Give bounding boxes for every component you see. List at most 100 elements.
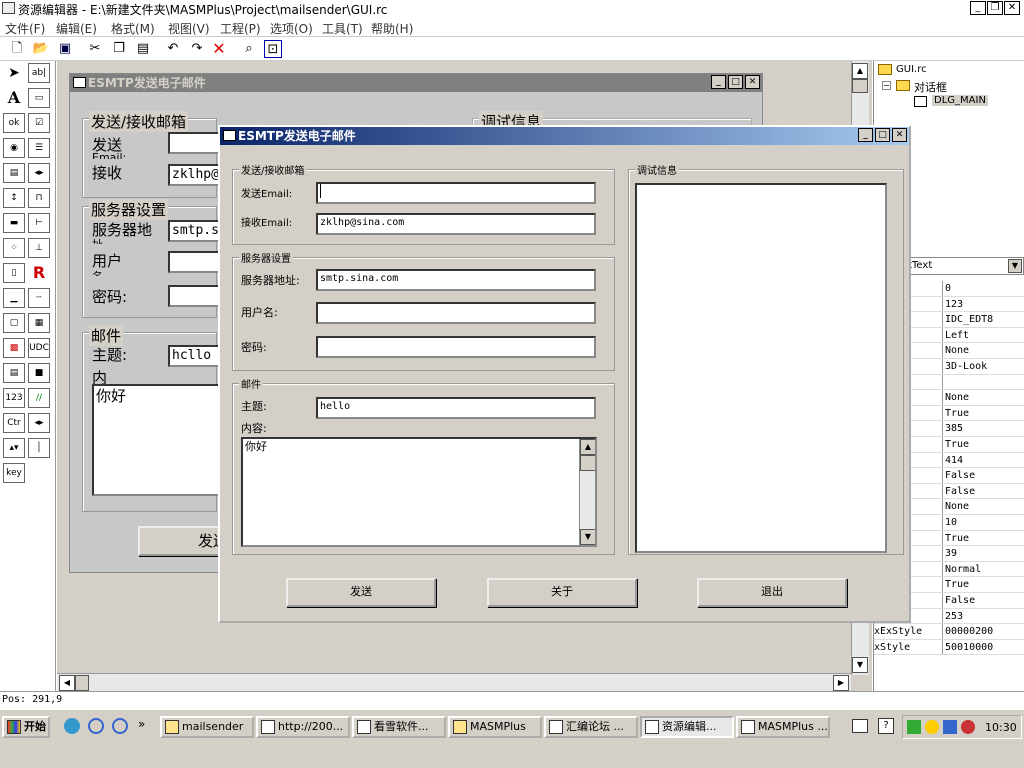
find-icon[interactable]: ⌕ — [240, 40, 258, 58]
debug-output[interactable] — [635, 183, 887, 553]
menu-project[interactable]: 工程(P) — [220, 20, 261, 37]
property-row[interactable]: xExStyle 00000200 — [874, 624, 1024, 640]
property-value[interactable]: None — [942, 343, 1024, 358]
treeview-tool-icon[interactable]: ⊢ — [28, 213, 50, 233]
groupbox-tool-icon[interactable]: ▭ — [28, 88, 50, 108]
edit-tool-icon[interactable]: ab| — [28, 63, 50, 83]
cut-icon[interactable]: ✂ — [86, 40, 104, 58]
menu-tools[interactable]: 工具(T) — [322, 20, 363, 37]
property-value[interactable] — [942, 374, 1024, 390]
copy-icon[interactable]: ❐ — [110, 40, 128, 58]
save-icon[interactable]: ▣ — [56, 40, 74, 58]
menu-format[interactable]: 格式(M) — [111, 20, 155, 37]
tree-item-dlg-main[interactable]: DLG_MAIN — [932, 95, 988, 106]
canvas-hscrollbar[interactable]: ◀ ▶ — [57, 673, 851, 691]
animate-tool-icon[interactable]: R — [28, 263, 50, 283]
property-value[interactable]: False — [942, 593, 1024, 608]
property-value[interactable]: 00000200 — [942, 624, 1024, 639]
scroll-down-icon[interactable]: ▼ — [852, 657, 868, 673]
task-mailsender[interactable]: mailsender — [160, 716, 254, 738]
statusbar-tool-icon[interactable]: ▁ — [3, 288, 25, 308]
username-input[interactable] — [316, 302, 596, 324]
keyboard-icon[interactable] — [852, 719, 868, 733]
checkbox-tool-icon[interactable]: ☑ — [28, 113, 50, 133]
content-scroll-thumb[interactable] — [580, 455, 595, 471]
hscroll-thumb[interactable] — [75, 675, 89, 691]
property-value[interactable]: None — [942, 390, 1024, 405]
ie-icon[interactable] — [88, 718, 104, 734]
property-value[interactable]: 385 — [942, 421, 1024, 436]
security-icon[interactable] — [961, 720, 975, 734]
property-row[interactable]: xStyle 50010000 — [874, 639, 1024, 656]
minimize-button[interactable]: _ — [970, 1, 986, 15]
property-value[interactable]: None — [942, 499, 1024, 514]
number-tool-icon[interactable]: 123 — [3, 388, 25, 408]
content-scroll-down-icon[interactable]: ▼ — [580, 529, 595, 545]
dropdown-arrow-icon[interactable]: ▼ — [1008, 259, 1022, 273]
udc-tool-icon[interactable]: UDC — [28, 338, 50, 358]
property-value[interactable]: False — [942, 468, 1024, 483]
network-icon[interactable] — [943, 720, 957, 734]
task-forum[interactable]: 汇编论坛 ... — [544, 716, 638, 738]
ctrl-tool-icon[interactable]: Ctr — [3, 413, 25, 433]
more-quicklaunch-icon[interactable]: » — [138, 717, 145, 731]
property-value[interactable]: True — [942, 437, 1024, 452]
task-http[interactable]: http://200... — [256, 716, 350, 738]
open-folder-icon[interactable]: 📂 — [32, 40, 50, 58]
new-file-icon[interactable]: 🗋 — [8, 40, 26, 58]
listbox-tool-icon[interactable]: ☰ — [28, 138, 50, 158]
delete-icon[interactable]: ✕ — [210, 40, 228, 58]
divider-tool-icon[interactable]: │ — [28, 438, 50, 458]
scroll-up-icon[interactable]: ▲ — [852, 63, 868, 79]
property-value[interactable]: 0 — [942, 281, 1024, 296]
about-button[interactable]: 关于 — [487, 578, 637, 607]
progress-tool-icon[interactable]: ▬ — [3, 213, 25, 233]
property-value[interactable]: True — [942, 530, 1024, 546]
subject-input[interactable]: hello — [316, 397, 596, 419]
tree-collapse-icon[interactable]: − — [882, 81, 891, 90]
menu-edit[interactable]: 编辑(E) — [56, 20, 97, 37]
property-value[interactable]: 123 — [942, 296, 1024, 312]
maximize-button[interactable]: ❐ — [987, 1, 1003, 15]
tree-root[interactable]: GUI.rc — [896, 64, 927, 75]
combobox-tool-icon[interactable]: ▤ — [3, 163, 25, 183]
preview-icon[interactable]: ⊡ — [264, 40, 282, 58]
menu-help[interactable]: 帮助(H) — [371, 20, 413, 37]
exit-button[interactable]: 退出 — [697, 578, 847, 607]
property-value[interactable]: 3D-Look — [942, 359, 1024, 374]
task-masmplus-folder[interactable]: MASMPlus — [448, 716, 542, 738]
radio-tool-icon[interactable]: ◉ — [3, 138, 25, 158]
dialog-close-button[interactable]: ✕ — [892, 128, 907, 142]
toolbar-tool-icon[interactable]: ┄ — [28, 288, 50, 308]
shape-tool-icon[interactable]: ■ — [28, 363, 50, 383]
rich-edit-tool-icon[interactable]: ▯ — [3, 263, 25, 283]
property-value[interactable]: 253 — [942, 608, 1024, 624]
quicklaunch-person-icon[interactable] — [64, 718, 80, 734]
start-button[interactable]: 开始 — [2, 716, 50, 738]
vscroll-tool-icon[interactable]: ↕ — [3, 188, 25, 208]
menu-options[interactable]: 选项(O) — [270, 20, 313, 37]
tree-folder[interactable]: 对话框 — [914, 79, 947, 95]
close-button[interactable]: ✕ — [1004, 1, 1020, 15]
send-email-input[interactable] — [316, 182, 596, 204]
content-textarea[interactable]: 你好 ▲ ▼ — [241, 437, 597, 547]
property-value[interactable]: 10 — [942, 515, 1024, 530]
trackbar-tool-icon[interactable]: ⊥ — [28, 238, 50, 258]
help-icon[interactable]: ? — [878, 718, 894, 734]
tray-app-icon[interactable] — [907, 720, 921, 734]
tab-tool-icon[interactable]: ⊓ — [28, 188, 50, 208]
graph-tool-icon[interactable]: // — [28, 388, 50, 408]
redo-icon[interactable]: ↷ — [188, 40, 206, 58]
task-resource-editor[interactable]: 资源编辑... — [640, 716, 734, 738]
property-value[interactable]: True — [942, 405, 1024, 421]
menu-view[interactable]: 视图(V) — [168, 20, 210, 37]
static-text-tool-icon[interactable]: A — [3, 88, 25, 108]
button-tool-icon[interactable]: ok — [3, 113, 25, 133]
qq-icon[interactable] — [925, 720, 939, 734]
property-value[interactable]: Left — [942, 327, 1024, 343]
recv-email-input[interactable]: zklhp@sina.com — [316, 213, 596, 235]
datetime-tool-icon[interactable]: ▦ — [28, 313, 50, 333]
property-value[interactable]: Normal — [942, 561, 1024, 577]
updown-tool-icon[interactable]: ▴▾ — [3, 438, 25, 458]
content-scrollbar[interactable]: ▲ ▼ — [579, 439, 595, 545]
